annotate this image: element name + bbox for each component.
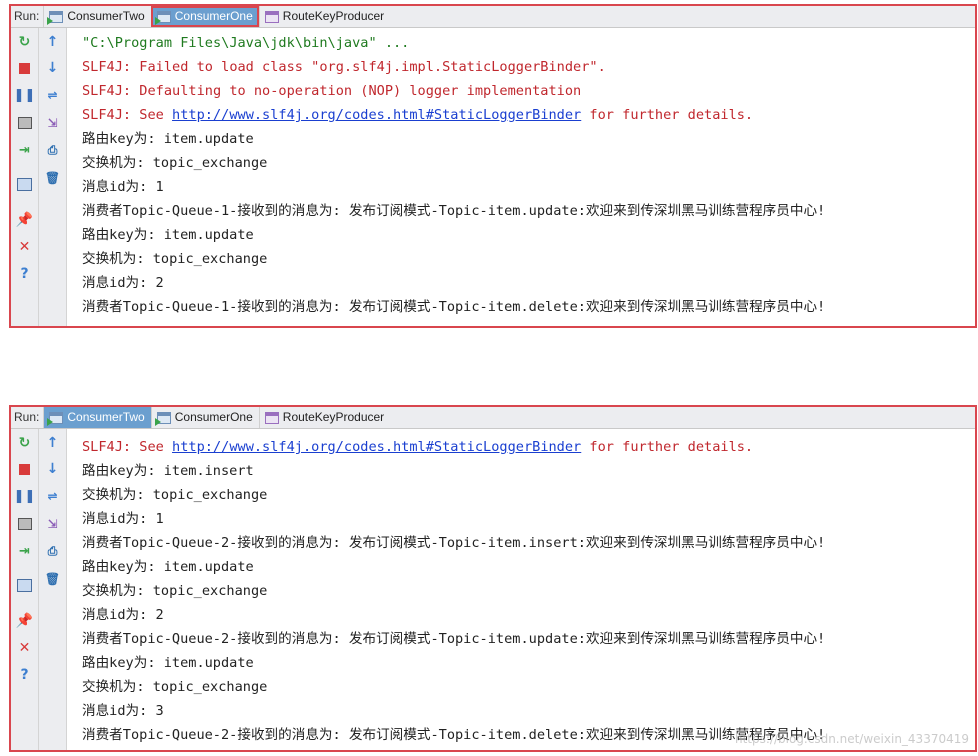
print-icon[interactable]: ⎙	[39, 540, 66, 562]
scroll-to-end-icon[interactable]: ⇲	[39, 513, 66, 535]
tab-consumer-two[interactable]: ConsumerTwo	[43, 6, 150, 27]
up-arrow-icon[interactable]: ↑	[39, 31, 66, 53]
run-toolbar-left: ↻ ❚❚ ⇥ 📌 ✕ ?	[11, 429, 39, 750]
tab-label: RouteKeyProducer	[282, 9, 385, 23]
help-icon[interactable]: ?	[11, 263, 38, 285]
console-line: 消息id为: 1	[82, 511, 164, 527]
run-config-icon	[154, 10, 171, 25]
pause-icon[interactable]: ❚❚	[11, 485, 38, 507]
down-arrow-icon[interactable]: ↓	[39, 57, 66, 79]
soft-wrap-icon[interactable]: ⇌	[39, 84, 66, 106]
run-toolbar-right: ↑ ↓ ⇌ ⇲ ⎙ 🗑	[39, 28, 67, 326]
console-line: 路由key为: item.update	[82, 559, 254, 575]
console-line-link: SLF4J: See http://www.slf4j.org/codes.ht…	[82, 435, 971, 459]
run-label: Run:	[14, 410, 40, 424]
rerun-icon[interactable]: ↻	[11, 31, 38, 53]
console-line: 消费者Topic-Queue-1-接收到的消息为: 发布订阅模式-Topic-i…	[82, 299, 826, 315]
close-icon[interactable]: ✕	[11, 637, 38, 659]
run-config-icon	[47, 10, 64, 25]
settings-icon[interactable]	[11, 173, 38, 195]
pin-icon[interactable]: 📌	[11, 209, 38, 231]
clear-icon[interactable]: 🗑	[39, 167, 66, 189]
run-config-icon	[264, 10, 279, 23]
run-toolbar-left: ↻ ❚❚ ⇥ 📌 ✕ ?	[11, 28, 39, 326]
scroll-to-end-icon[interactable]: ⇲	[39, 112, 66, 134]
rerun-icon[interactable]: ↻	[11, 432, 38, 454]
run-config-icon	[47, 411, 64, 426]
tab-label: ConsumerTwo	[67, 9, 145, 23]
tab-consumer-two[interactable]: ConsumerTwo	[43, 407, 151, 428]
run-tab-bar: Run: ConsumerTwo ConsumerOne RouteKeyPro…	[11, 6, 975, 28]
dump-threads-icon[interactable]	[11, 112, 38, 134]
console-output[interactable]: SLF4J: See http://www.slf4j.org/codes.ht…	[82, 429, 971, 750]
console-line: 消费者Topic-Queue-2-接收到的消息为: 发布订阅模式-Topic-i…	[82, 631, 826, 647]
console-line: 消息id为: 1	[82, 179, 164, 195]
console-line: 交换机为: topic_exchange	[82, 487, 268, 503]
console-text: for further details.	[581, 107, 754, 123]
run-label: Run:	[14, 9, 40, 23]
tab-label: ConsumerOne	[174, 410, 253, 424]
run-panel-consumer-one: Run: ConsumerTwo ConsumerOne RouteKeyPro…	[9, 4, 977, 328]
tab-route-key-producer[interactable]: RouteKeyProducer	[258, 407, 390, 428]
console-text: SLF4J: See	[82, 439, 173, 455]
clear-icon[interactable]: 🗑	[39, 568, 66, 590]
tab-route-key-producer[interactable]: RouteKeyProducer	[258, 6, 390, 27]
console-line-link: SLF4J: See http://www.slf4j.org/codes.ht…	[82, 103, 971, 127]
console-line: 消息id为: 2	[82, 607, 164, 623]
pin-icon[interactable]: 📌	[11, 610, 38, 632]
console-text: SLF4J: See	[82, 107, 173, 123]
stop-icon[interactable]	[11, 57, 38, 79]
tab-label: ConsumerOne	[174, 9, 253, 23]
dump-threads-icon[interactable]	[11, 513, 38, 535]
slf4j-codes-link[interactable]: http://www.slf4j.org/codes.html#StaticLo…	[172, 107, 581, 123]
console-line: 消息id为: 3	[82, 703, 164, 719]
console-line: 路由key为: item.update	[82, 227, 254, 243]
console-line: 消费者Topic-Queue-2-接收到的消息为: 发布订阅模式-Topic-i…	[82, 535, 826, 551]
console-line: 交换机为: topic_exchange	[82, 583, 268, 599]
settings-icon[interactable]	[11, 574, 38, 596]
stop-icon[interactable]	[11, 458, 38, 480]
up-arrow-icon[interactable]: ↑	[39, 432, 66, 454]
console-line: "C:\Program Files\Java\jdk\bin\java" ...	[82, 35, 410, 51]
tab-consumer-one[interactable]: ConsumerOne	[150, 407, 259, 428]
run-tab-bar: Run: ConsumerTwo ConsumerOne RouteKeyPro…	[11, 407, 975, 429]
restore-layout-icon[interactable]: ⇥	[11, 139, 38, 161]
console-line: 交换机为: topic_exchange	[82, 155, 268, 171]
console-line: SLF4J: Defaulting to no-operation (NOP) …	[82, 83, 582, 99]
watermark: https://blog.csdn.net/weixin_43370419	[734, 732, 969, 746]
tab-label: RouteKeyProducer	[282, 410, 385, 424]
console-line: 交换机为: topic_exchange	[82, 679, 268, 695]
down-arrow-icon[interactable]: ↓	[39, 458, 66, 480]
close-icon[interactable]: ✕	[11, 236, 38, 258]
console-line: 路由key为: item.update	[82, 655, 254, 671]
console-line: SLF4J: Failed to load class "org.slf4j.i…	[82, 59, 606, 75]
console-line: 路由key为: item.insert	[82, 463, 254, 479]
console-line: 消息id为: 2	[82, 275, 164, 291]
console-line: 交换机为: topic_exchange	[82, 251, 268, 267]
print-icon[interactable]: ⎙	[39, 139, 66, 161]
restore-layout-icon[interactable]: ⇥	[11, 540, 38, 562]
tab-consumer-one[interactable]: ConsumerOne	[150, 6, 259, 27]
slf4j-codes-link[interactable]: http://www.slf4j.org/codes.html#StaticLo…	[172, 439, 581, 455]
console-line: 路由key为: item.update	[82, 131, 254, 147]
run-config-icon	[264, 411, 279, 424]
console-line: 消费者Topic-Queue-1-接收到的消息为: 发布订阅模式-Topic-i…	[82, 203, 826, 219]
console-output[interactable]: "C:\Program Files\Java\jdk\bin\java" ...…	[82, 28, 971, 326]
run-panel-consumer-two: Run: ConsumerTwo ConsumerOne RouteKeyPro…	[9, 405, 977, 752]
help-icon[interactable]: ?	[11, 664, 38, 686]
console-text: for further details.	[581, 439, 754, 455]
tab-label: ConsumerTwo	[67, 410, 145, 424]
pause-icon[interactable]: ❚❚	[11, 84, 38, 106]
run-toolbar-right: ↑ ↓ ⇌ ⇲ ⎙ 🗑	[39, 429, 67, 750]
run-config-icon	[154, 411, 171, 426]
soft-wrap-icon[interactable]: ⇌	[39, 485, 66, 507]
